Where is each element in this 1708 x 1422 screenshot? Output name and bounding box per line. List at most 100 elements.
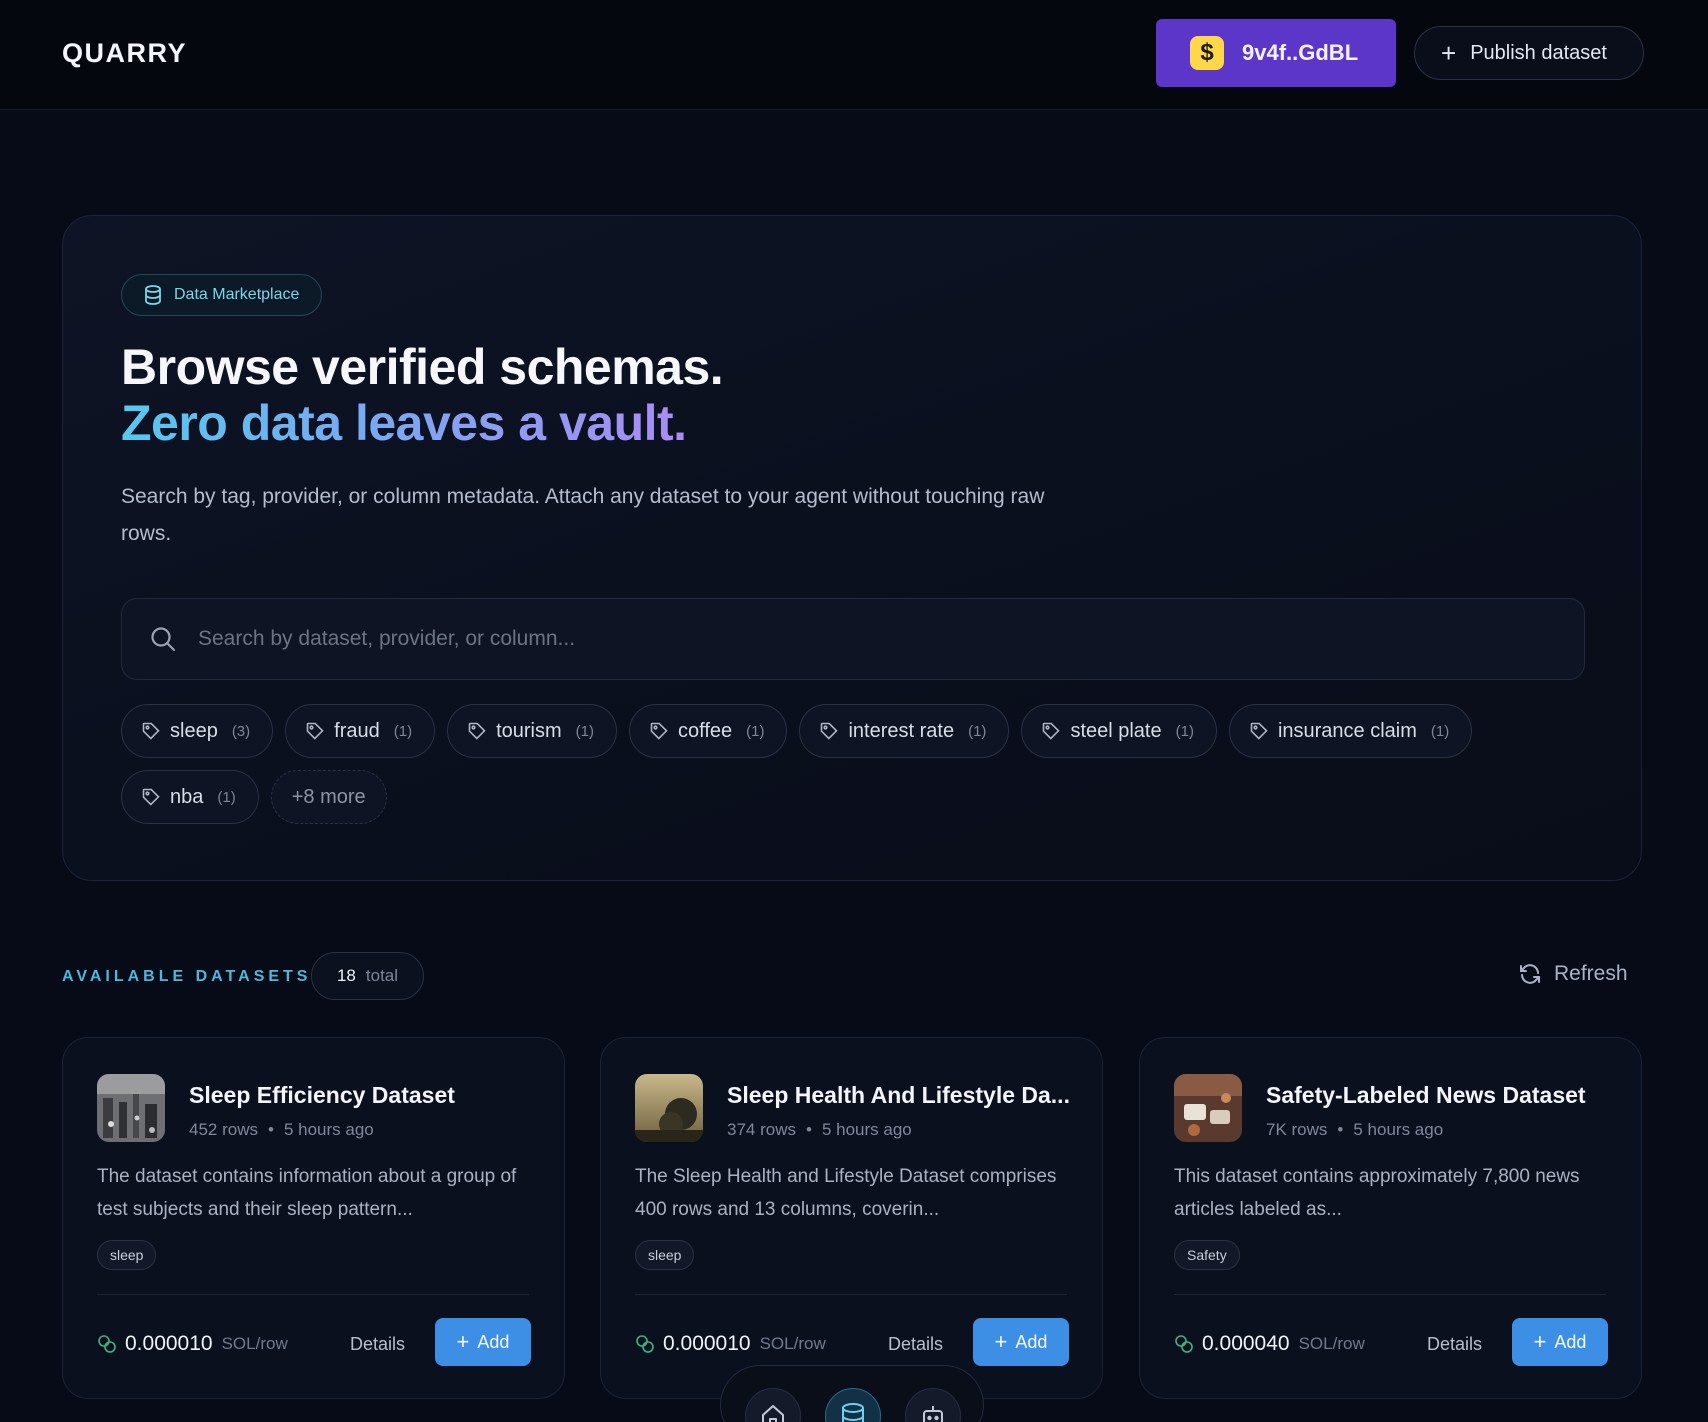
tag-icon (142, 722, 160, 740)
dataset-card[interactable]: Sleep Efficiency Dataset 452 rows • 5 hour… (62, 1037, 565, 1399)
hero-title-accent: Zero data leaves a vault. (121, 395, 687, 451)
bot-icon (923, 1406, 943, 1422)
details-button[interactable]: Details (350, 1334, 405, 1355)
dataset-updated: 5 hours ago (283, 1120, 374, 1139)
dataset-meta: 452 rows • 5 hours ago (189, 1120, 374, 1140)
dataset-price: 0.000010 SOL/row (635, 1332, 826, 1356)
tag-label: interest rate (848, 719, 955, 742)
home-icon (762, 1405, 784, 1422)
details-button[interactable]: Details (1427, 1334, 1482, 1355)
dataset-tag[interactable]: Safety (1174, 1240, 1240, 1270)
dataset-price: 0.000040 SOL/row (1174, 1332, 1365, 1356)
bottom-dock (720, 1365, 984, 1422)
dataset-thumbnail (1174, 1074, 1242, 1142)
dataset-rows: 7K rows (1266, 1120, 1328, 1139)
tag-count: (1) (393, 722, 413, 740)
add-dataset-button[interactable]: + Add (435, 1318, 531, 1366)
dataset-tag[interactable]: sleep (635, 1240, 695, 1270)
refresh-button[interactable]: Refresh (1518, 962, 1628, 986)
search-input[interactable] (198, 627, 1498, 651)
tag-chip[interactable]: fraud (1) (285, 704, 436, 758)
dock-datasets-button[interactable] (825, 1388, 881, 1422)
add-dataset-button[interactable]: + Add (973, 1318, 1069, 1366)
price-value: 0.000040 (1202, 1332, 1290, 1355)
tag-chip[interactable]: tourism (1) (447, 704, 618, 758)
price-unit: SOL/row (221, 1334, 288, 1353)
dataset-description: The Sleep Health and Lifestyle Dataset c… (635, 1166, 1057, 1220)
tag-chip[interactable]: steel plate (1) (1021, 704, 1217, 758)
database-icon (842, 1403, 864, 1422)
tag-count: (3) (231, 722, 251, 740)
price-value: 0.000010 (663, 1332, 751, 1355)
plus-icon: + (456, 1329, 470, 1354)
tag-chip[interactable]: coffee (1) (629, 704, 788, 758)
total-count: 18 (336, 966, 356, 985)
price-value: 0.000010 (125, 1332, 213, 1355)
tag-icon (650, 722, 668, 740)
dataset-title[interactable]: Sleep Efficiency Dataset (189, 1082, 539, 1109)
meta-separator: • (805, 1120, 812, 1139)
dataset-rows: 374 rows (727, 1120, 796, 1139)
badge-label: Data Marketplace (174, 286, 300, 303)
dataset-title[interactable]: Sleep Health And Lifestyle Da... (727, 1082, 1077, 1109)
tag-chip[interactable]: interest rate (1) (799, 704, 1010, 758)
wallet-button[interactable]: $ 9v4f..GdBL (1156, 19, 1396, 87)
tag-label: steel plate (1070, 719, 1162, 742)
card-divider (97, 1294, 529, 1295)
wallet-address: 9v4f..GdBL (1242, 40, 1359, 65)
tag-label: tourism (496, 719, 562, 742)
tag-count: (1) (575, 722, 595, 740)
add-label: Add (1015, 1331, 1048, 1352)
card-divider (635, 1294, 1067, 1295)
add-label: Add (1554, 1331, 1587, 1352)
search-icon (151, 627, 176, 652)
more-tags-button[interactable]: +8 more (270, 770, 387, 824)
plus-icon: + (1441, 38, 1457, 68)
coins-icon (1175, 1335, 1193, 1353)
add-dataset-button[interactable]: + Add (1512, 1318, 1608, 1366)
dataset-tag[interactable]: sleep (97, 1240, 157, 1270)
dataset-title[interactable]: Safety-Labeled News Dataset (1266, 1082, 1616, 1109)
dataset-description: This dataset contains approximately 7,80… (1174, 1166, 1580, 1220)
total-label: total (365, 966, 399, 985)
dataset-card[interactable]: Sleep Health And Lifestyle Da... 374 row… (600, 1037, 1103, 1399)
tag-chip[interactable]: insurance claim (1) (1228, 704, 1473, 758)
tag-label: nba (170, 785, 204, 808)
tag-chip[interactable]: nba (1) (121, 770, 259, 824)
details-button[interactable]: Details (888, 1334, 943, 1355)
total-count-badge: 18 total (311, 952, 424, 1000)
tag-icon (306, 722, 324, 740)
dataset-price: 0.000010 SOL/row (97, 1332, 288, 1356)
dataset-card[interactable]: Safety-Labeled News Dataset 7K rows • 5 ho… (1139, 1037, 1642, 1399)
tag-count: (1) (1175, 722, 1194, 740)
tag-count: (1) (968, 722, 987, 740)
dataset-thumbnail (97, 1074, 165, 1142)
coins-icon (636, 1335, 654, 1353)
tag-count: (1) (746, 722, 765, 740)
tag-count: (1) (217, 788, 236, 806)
search-bar[interactable] (121, 598, 1585, 680)
brand-logo[interactable]: QUARRY (62, 38, 187, 69)
dataset-meta: 374 rows • 5 hours ago (727, 1120, 912, 1140)
dock-home-button[interactable] (745, 1388, 801, 1422)
dataset-thumbnail (635, 1074, 703, 1142)
top-bar: QUARRY $ 9v4f..GdBL + Publish dataset (0, 0, 1708, 110)
tag-label: fraud (334, 719, 380, 742)
refresh-icon (1520, 964, 1540, 984)
card-divider (1174, 1294, 1606, 1295)
tag-chip[interactable]: sleep (3) (121, 704, 274, 758)
dock-agent-button[interactable] (905, 1388, 961, 1422)
coins-icon (98, 1335, 116, 1353)
hero-title: Browse verified schemas. (121, 339, 724, 395)
publish-label: Publish dataset (1470, 41, 1607, 64)
tag-icon (1250, 722, 1268, 740)
wallet-logo-icon: $ (1190, 36, 1224, 70)
tag-icon (142, 788, 160, 806)
tag-count: (1) (1430, 722, 1450, 740)
meta-separator: • (1337, 1120, 1344, 1139)
refresh-label: Refresh (1554, 962, 1628, 985)
section-title: AVAILABLE DATASETS (62, 968, 312, 985)
price-unit: SOL/row (759, 1334, 826, 1353)
publish-dataset-button[interactable]: + Publish dataset (1414, 26, 1644, 80)
dataset-description: The dataset contains information about a… (97, 1166, 517, 1220)
